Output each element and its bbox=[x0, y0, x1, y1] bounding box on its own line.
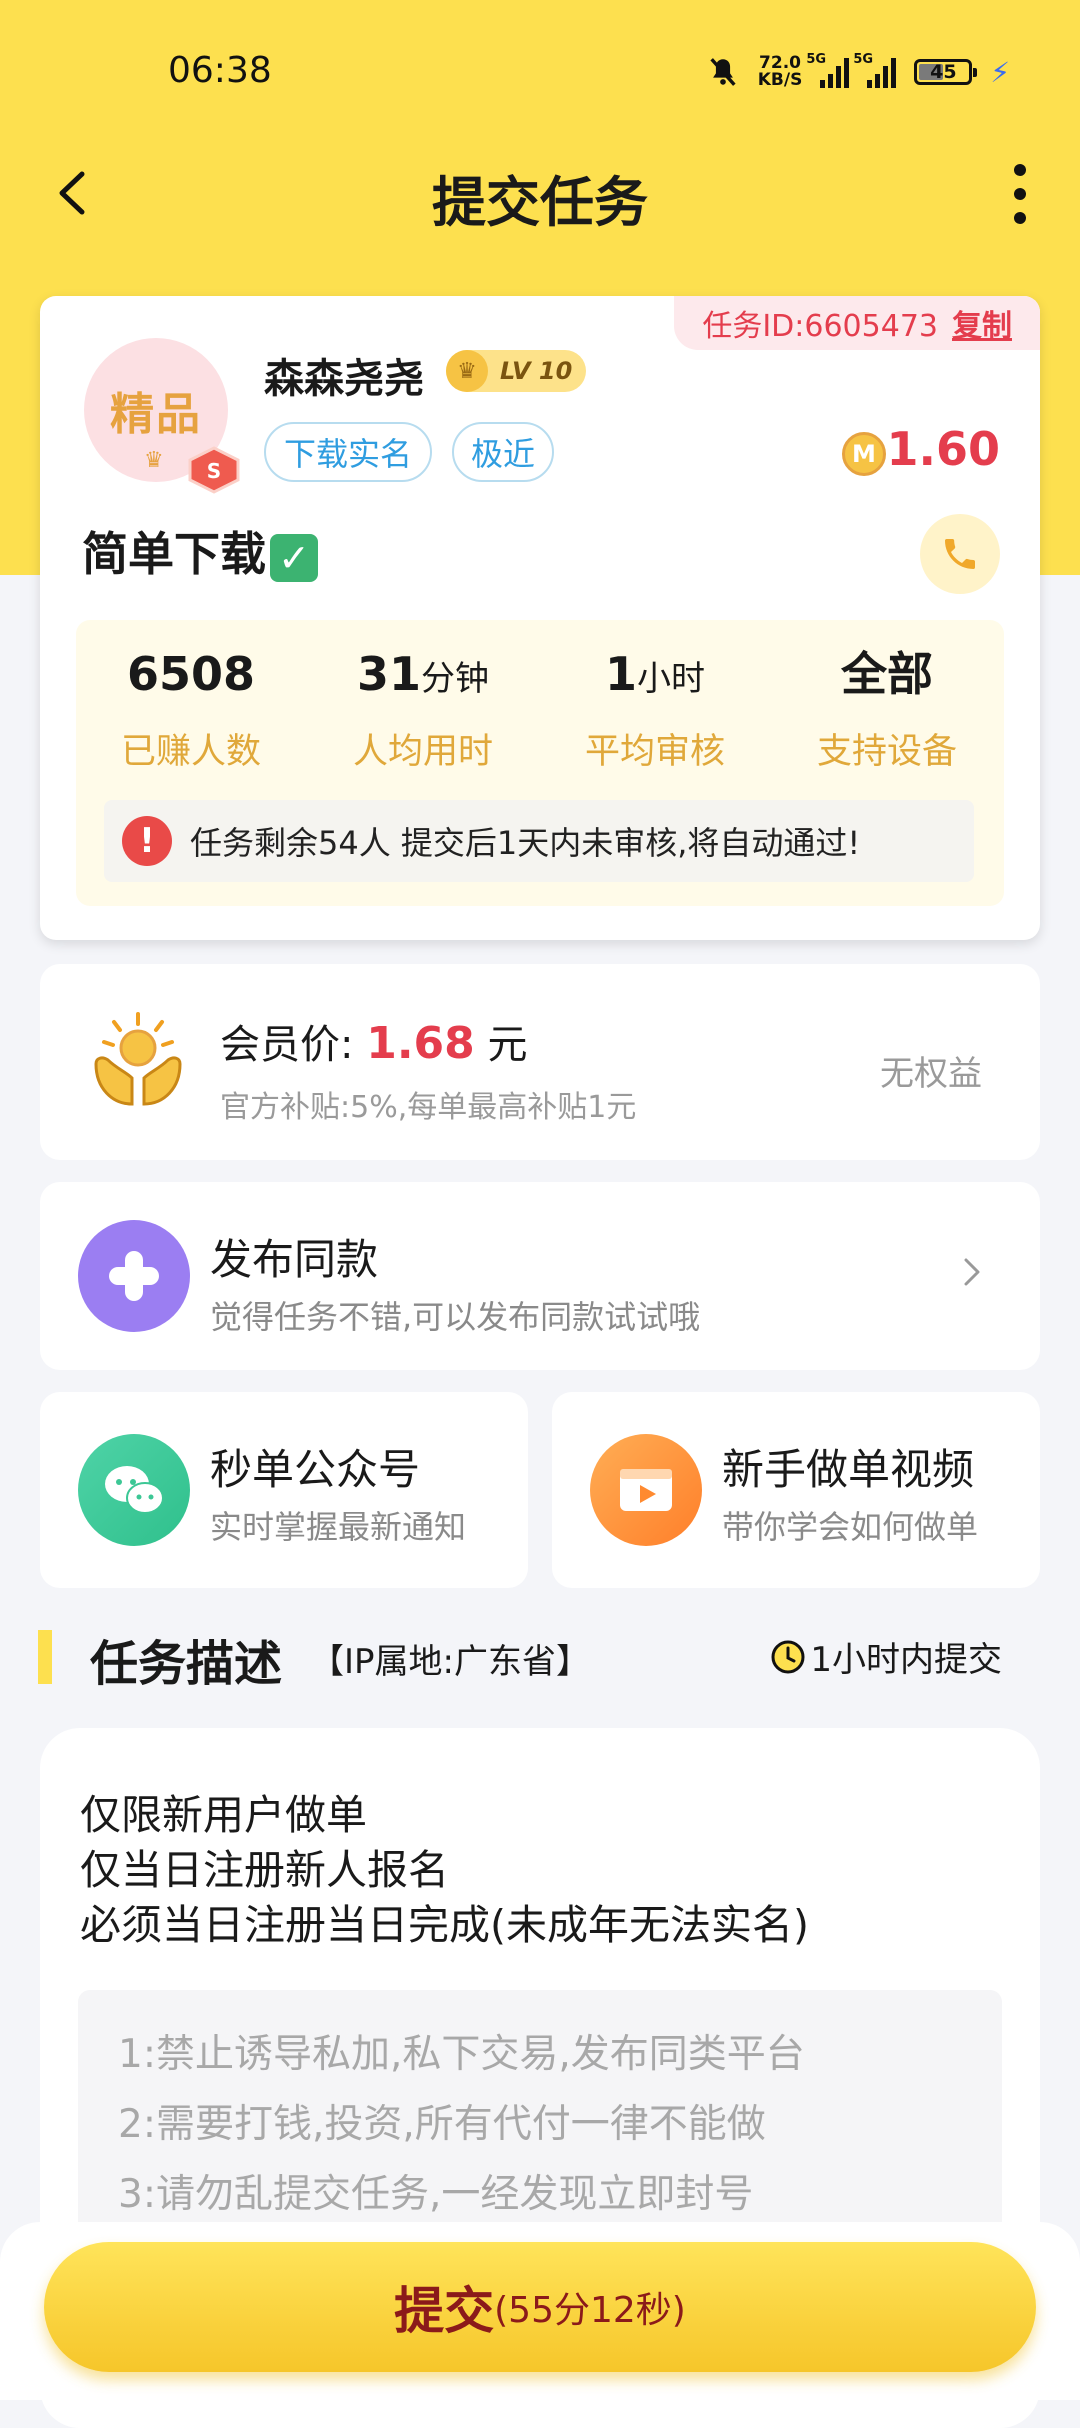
crown-icon: ♛ bbox=[144, 448, 164, 473]
chevron-right-icon bbox=[964, 1258, 980, 1286]
status-indicators: 72.0 KB/S 5G 5G 45 ⚡ bbox=[706, 50, 1010, 94]
signal-icon-2: 5G bbox=[853, 52, 897, 88]
official-account-title: 秒单公众号 bbox=[210, 1445, 421, 1494]
publish-subtitle: 觉得任务不错,可以发布同款试试哦 bbox=[210, 1298, 701, 1336]
bell-muted-icon bbox=[710, 58, 736, 86]
check-icon: ✓ bbox=[270, 533, 318, 582]
stats-box: 6508 已赚人数 31分钟 人均用时 1小时 平均审核 全部 支持设备 ! 任… bbox=[76, 620, 1004, 906]
publisher-name: 森森尧尧 bbox=[264, 356, 424, 402]
member-price-value: 1.68 bbox=[366, 1018, 475, 1069]
level-text: LV 10 bbox=[500, 357, 573, 385]
status-time: 06:38 bbox=[168, 50, 272, 91]
official-account-card[interactable]: 秒单公众号 实时掌握最新通知 bbox=[40, 1392, 528, 1588]
description-text: 仅限新用户做单 仅当日注册新人报名 必须当日注册当日完成(未成年无法实名) bbox=[80, 1788, 809, 1953]
copy-button[interactable]: 复制 bbox=[952, 301, 1012, 345]
member-price-label: 会员价: 1.68 元 bbox=[220, 1018, 528, 1069]
description-line: 仅限新用户做单 bbox=[80, 1791, 367, 1839]
submit-countdown: (55分12秒) bbox=[494, 2290, 686, 2331]
avatar-text: 精品 bbox=[110, 389, 202, 440]
stat-avg-review: 1小时 平均审核 bbox=[584, 647, 725, 772]
rule-line: 1:禁止诱导私加,私下交易,发布同类平台 bbox=[118, 2032, 805, 2077]
task-id: 任务ID:6605473 bbox=[702, 309, 938, 344]
submit-button[interactable]: 提交 (55分12秒) bbox=[44, 2242, 1036, 2372]
member-benefit: 无权益 bbox=[880, 1054, 982, 1094]
stat-avg-time: 31分钟 人均用时 bbox=[352, 647, 493, 772]
charging-icon: ⚡ bbox=[990, 55, 1010, 89]
net-speed: 72.0 KB/S bbox=[757, 53, 803, 90]
description-line: 仅当日注册新人报名 bbox=[80, 1846, 449, 1894]
newbie-video-title: 新手做单视频 bbox=[722, 1445, 975, 1494]
clock-icon bbox=[771, 1640, 805, 1673]
coin-icon: M bbox=[842, 432, 886, 476]
stat-devices: 全部 支持设备 bbox=[816, 647, 957, 772]
task-id-badge: 任务ID:6605473 复制 bbox=[674, 296, 1040, 350]
ip-location: 【IP属地:广东省】 bbox=[310, 1642, 590, 1682]
level-icon: ♛ bbox=[446, 350, 488, 392]
official-account-subtitle: 实时掌握最新通知 bbox=[210, 1508, 467, 1546]
member-hands-icon bbox=[94, 1012, 182, 1106]
signal-icon-1: 5G bbox=[806, 52, 850, 88]
task-card: 任务ID:6605473 复制 精品 ♛ S 森森尧尧 ♛ LV 10 下载实名… bbox=[40, 296, 1040, 940]
rule-line: 2:需要打钱,投资,所有代付一律不能做 bbox=[118, 2102, 766, 2147]
tag-fast: 极近 bbox=[452, 422, 554, 482]
nav-header: 提交任务 bbox=[0, 140, 1080, 250]
description-line: 必须当日注册当日完成(未成年无法实名) bbox=[80, 1901, 809, 1949]
phone-button[interactable] bbox=[920, 514, 1000, 594]
submit-label: 提交 bbox=[394, 2282, 495, 2340]
section-accent-bar bbox=[38, 1630, 52, 1684]
publish-same-card[interactable]: 发布同款 觉得任务不错,可以发布同款试试哦 bbox=[40, 1182, 1040, 1370]
member-subsidy: 官方补贴:5%,每单最高补贴1元 bbox=[220, 1090, 637, 1125]
video-icon bbox=[590, 1434, 702, 1546]
stat-earned-count: 6508 已赚人数 bbox=[120, 647, 261, 772]
bottom-bar: 提交 (55分12秒) bbox=[0, 2222, 1080, 2400]
tag-download-realname: 下载实名 bbox=[264, 422, 432, 482]
rule-line: 3:请勿乱提交任务,一经发现立即封号 bbox=[118, 2172, 754, 2217]
page-title: 提交任务 bbox=[432, 171, 648, 234]
newbie-video-subtitle: 带你学会如何做单 bbox=[722, 1508, 979, 1546]
member-price-card[interactable]: 会员价: 1.68 元 官方补贴:5%,每单最高补贴1元 无权益 bbox=[40, 964, 1040, 1160]
more-icon[interactable] bbox=[1000, 164, 1040, 224]
phone-icon bbox=[945, 539, 975, 569]
reward-price: 1.60 bbox=[886, 422, 1001, 476]
svg-text:S: S bbox=[207, 459, 221, 483]
battery-icon: 45 bbox=[914, 59, 978, 85]
warning-icon: ! bbox=[122, 816, 172, 866]
publish-title: 发布同款 bbox=[210, 1235, 379, 1284]
status-bar: 06:38 72.0 KB/S 5G 5G 45 ⚡ bbox=[0, 0, 1080, 140]
task-title: 简单下载 ✓ bbox=[82, 518, 318, 584]
level-badge: ♛ LV 10 bbox=[446, 350, 586, 392]
section-title: 任务描述 bbox=[90, 1636, 283, 1692]
plus-icon bbox=[78, 1220, 190, 1332]
rank-badge-icon: S bbox=[188, 446, 240, 494]
task-notice: ! 任务剩余54人 提交后1天内未审核,将自动通过! bbox=[104, 800, 974, 882]
wechat-icon bbox=[78, 1434, 190, 1546]
newbie-video-card[interactable]: 新手做单视频 带你学会如何做单 bbox=[552, 1392, 1040, 1588]
time-limit: 1小时内提交 bbox=[770, 1632, 1002, 1681]
